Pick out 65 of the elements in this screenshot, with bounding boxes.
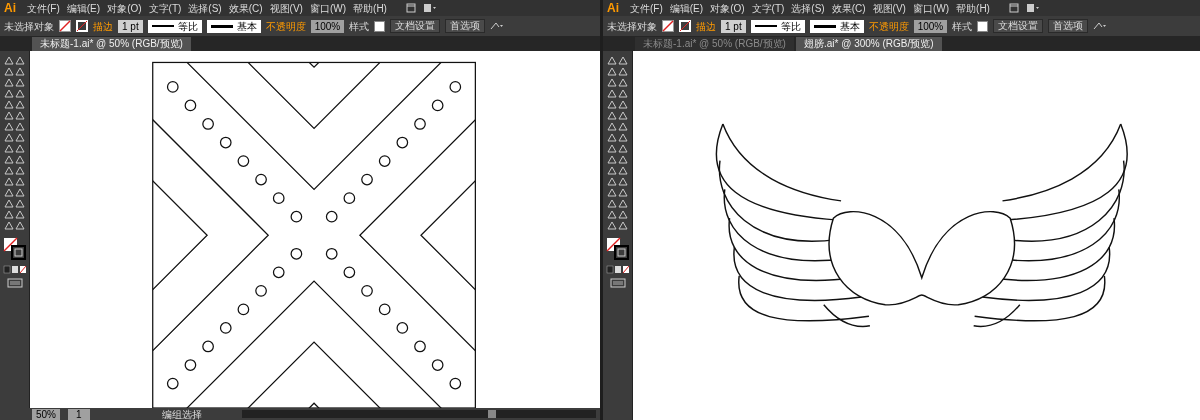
window-icon[interactable] bbox=[405, 3, 416, 13]
opacity-field[interactable]: 100% bbox=[913, 19, 948, 33]
selection-label: 未选择对象 bbox=[607, 19, 657, 34]
opacity-label[interactable]: 不透明度 bbox=[868, 18, 909, 34]
document-tab[interactable]: 未标题-1.ai* @ 50% (RGB/预览) bbox=[635, 37, 794, 51]
menu-item[interactable]: 对象(O) bbox=[107, 0, 142, 16]
style-swatch[interactable] bbox=[977, 20, 989, 32]
fill-stroke-swatch[interactable] bbox=[2, 237, 27, 261]
menu-item[interactable]: 文字(T) bbox=[148, 0, 182, 16]
menu-item[interactable]: 选择(S) bbox=[188, 0, 222, 16]
stroke-weight-field[interactable]: 1 pt bbox=[721, 19, 746, 33]
window-icon[interactable] bbox=[1008, 3, 1019, 13]
opacity-field[interactable]: 100% bbox=[310, 19, 345, 33]
menu-item[interactable]: 选择(S) bbox=[791, 0, 825, 16]
menu-item[interactable]: 文件(F) bbox=[27, 0, 60, 16]
menu-item[interactable]: 效果(C) bbox=[831, 0, 866, 16]
menu-item[interactable]: 帮助(H) bbox=[353, 0, 387, 16]
fill-swatch[interactable] bbox=[662, 20, 674, 32]
toolbar-button[interactable]: 文档设置 bbox=[390, 19, 441, 33]
tool-icons-drawing[interactable] bbox=[2, 55, 27, 233]
selection-label: 未选择对象 bbox=[4, 19, 54, 34]
workspace-menu-icon[interactable] bbox=[1025, 3, 1040, 13]
color-mode-icons[interactable] bbox=[605, 265, 630, 274]
menu-item[interactable]: 效果(C) bbox=[228, 0, 263, 16]
style-swatch[interactable] bbox=[374, 20, 386, 32]
fill-stroke-swatch[interactable] bbox=[605, 237, 630, 261]
menu-item[interactable]: 编辑(E) bbox=[66, 0, 101, 16]
stroke-label[interactable]: 描边 bbox=[696, 18, 716, 34]
app-logo: Ai bbox=[4, 0, 16, 17]
tool-icons-drawing[interactable] bbox=[605, 55, 630, 233]
stroke-label[interactable]: 描边 bbox=[93, 18, 113, 34]
toolbar-button[interactable]: 首选项 bbox=[445, 19, 486, 33]
fill-swatch[interactable] bbox=[59, 20, 71, 32]
horizontal-scrollbar[interactable] bbox=[241, 410, 596, 418]
brush-dropdown[interactable]: 基本 bbox=[206, 19, 261, 33]
brush-dropdown[interactable]: 基本 bbox=[809, 19, 864, 33]
stroke-profile-dropdown[interactable]: 等比 bbox=[147, 19, 202, 33]
current-tool-label: 编组选择 bbox=[161, 407, 202, 420]
toolbar-button[interactable]: 首选项 bbox=[1048, 19, 1089, 33]
style-label: 样式 bbox=[349, 19, 370, 34]
opacity-label[interactable]: 不透明度 bbox=[265, 18, 306, 34]
stroke-swatch[interactable] bbox=[679, 20, 691, 32]
toolbar-button[interactable]: 文档设置 bbox=[993, 19, 1044, 33]
menu-item[interactable]: 窗口(W) bbox=[309, 0, 347, 16]
document-tab[interactable]: 翅膀.ai* @ 300% (RGB/预览) bbox=[795, 37, 942, 51]
workspace-menu-icon[interactable] bbox=[422, 3, 437, 13]
menu-item[interactable]: 视图(V) bbox=[269, 0, 303, 16]
menu-item[interactable]: 视图(V) bbox=[872, 0, 906, 16]
zoom-field[interactable]: 50% bbox=[32, 408, 60, 420]
menu-item[interactable]: 窗口(W) bbox=[912, 0, 950, 16]
stroke-weight-field[interactable]: 1 pt bbox=[118, 19, 143, 33]
artboard-field[interactable]: 1 bbox=[68, 408, 90, 420]
app-logo: Ai bbox=[607, 0, 619, 17]
style-label: 样式 bbox=[952, 19, 973, 34]
menu-item[interactable]: 对象(O) bbox=[710, 0, 745, 16]
menu-item[interactable]: 帮助(H) bbox=[956, 0, 990, 16]
menu-item[interactable]: 编辑(E) bbox=[669, 0, 704, 16]
menu-item[interactable]: 文件(F) bbox=[630, 0, 663, 16]
arrange-icon[interactable] bbox=[1093, 21, 1108, 31]
document-tab[interactable]: 未标题-1.ai* @ 50% (RGB/预览) bbox=[32, 37, 191, 51]
color-mode-icons[interactable] bbox=[2, 265, 27, 274]
stroke-profile-dropdown[interactable]: 等比 bbox=[750, 19, 805, 33]
stroke-swatch[interactable] bbox=[76, 20, 88, 32]
menu-item[interactable]: 文字(T) bbox=[751, 0, 785, 16]
arrange-icon[interactable] bbox=[490, 21, 505, 31]
